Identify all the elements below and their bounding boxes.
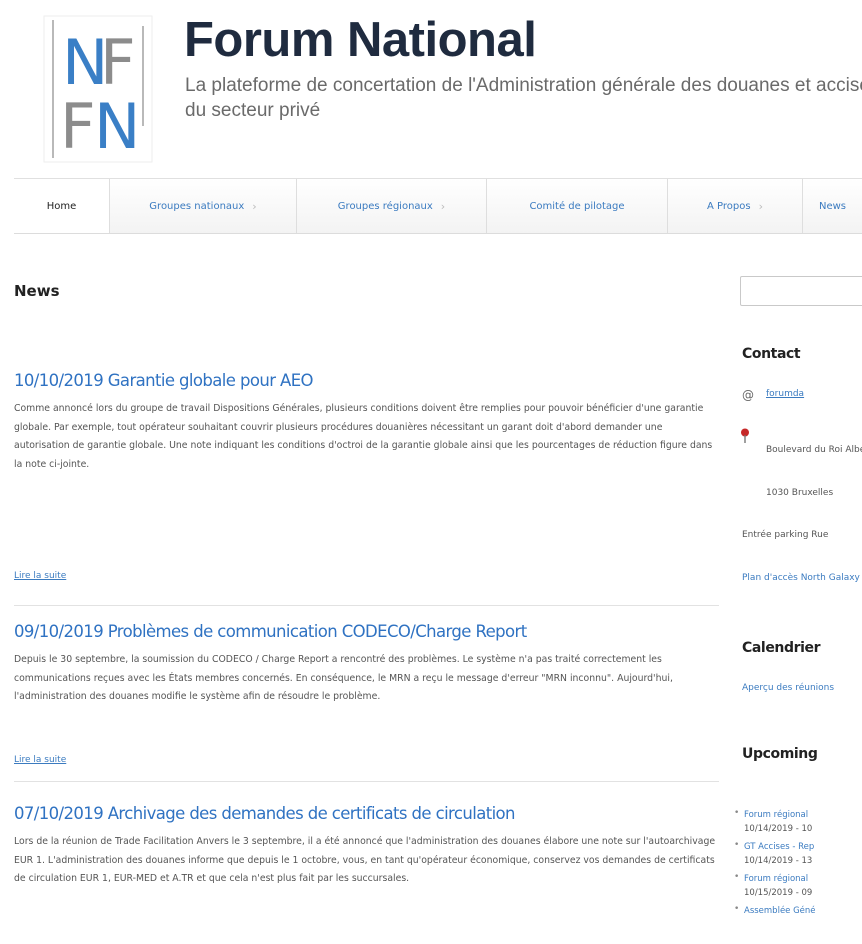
upcoming-item-date: 10/14/2019 - 13: [744, 856, 813, 866]
slogan-line-1: La plateforme de concertation de l'Admin…: [185, 75, 862, 96]
chevron-right-icon: ›: [758, 199, 763, 213]
svg-text:F: F: [60, 90, 96, 163]
svg-text:N: N: [94, 90, 140, 163]
page-title: News: [14, 282, 60, 300]
news-article: 09/10/2019 Problèmes de communication CO…: [14, 622, 719, 707]
contact-heading: Contact: [742, 346, 801, 362]
upcoming-item-link[interactable]: Forum régional: [744, 872, 816, 886]
forum-national-logo: N F F N: [43, 15, 153, 163]
main-nav: Home Groupes nationaux › Groupes régiona…: [14, 178, 862, 234]
news-article: 07/10/2019 Archivage des demandes de cer…: [14, 804, 719, 889]
nav-item-home[interactable]: Home: [14, 179, 110, 233]
bullet-icon: •: [734, 872, 740, 882]
upcoming-item: • Forum régional 10/15/2019 - 09: [732, 872, 816, 904]
contact-email-link[interactable]: forumda: [766, 389, 804, 399]
article-body: Lors de la réunion de Trade Facilitation…: [14, 836, 716, 884]
contact-parking: Entrée parking Rue: [742, 530, 829, 540]
article-body: Comme annoncé lors du groupe de travail …: [14, 403, 713, 470]
contact-address-line1: Boulevard du Roi Albert II 33: [766, 445, 862, 455]
map-pin-icon: [741, 428, 749, 443]
site-name[interactable]: Forum National: [184, 12, 537, 68]
upcoming-item-date: 10/15/2019 - 09: [744, 888, 813, 898]
bullet-icon: •: [734, 808, 740, 818]
calendar-heading: Calendrier: [742, 640, 821, 656]
chevron-right-icon: ›: [440, 199, 446, 213]
site-slogan: La plateforme de concertation de l'Admin…: [185, 73, 862, 129]
upcoming-item-link[interactable]: GT Accises - Rep: [744, 840, 816, 854]
upcoming-item: • GT Accises - Rep 10/14/2019 - 13: [732, 840, 816, 872]
upcoming-list: • Forum régional 10/14/2019 - 10 • GT Ac…: [732, 808, 816, 936]
contact-address-line2: 1030 Bruxelles: [766, 488, 834, 498]
nav-item-label: Groupes régionaux: [337, 200, 433, 212]
upcoming-item-link[interactable]: Assemblée Géné: [744, 904, 816, 918]
nav-item-label: Groupes nationaux: [149, 200, 245, 212]
upcoming-item: • Assemblée Géné: [732, 904, 816, 936]
article-body: Depuis le 30 septembre, la soumission du…: [14, 654, 673, 702]
nav-item-comite-de-pilotage[interactable]: Comité de pilotage: [487, 179, 668, 233]
nav-item-news[interactable]: News: [803, 179, 862, 233]
svg-text:N: N: [62, 26, 103, 99]
news-article: 10/10/2019 Garantie globale pour AEO Com…: [14, 371, 719, 474]
upcoming-item-date: 10/14/2019 - 10: [744, 824, 813, 834]
upcoming-heading: Upcoming: [742, 746, 818, 762]
bullet-icon: •: [734, 840, 740, 850]
upcoming-item-link[interactable]: Forum régional: [744, 808, 816, 822]
article-title[interactable]: 09/10/2019 Problèmes de communication CO…: [14, 622, 719, 641]
access-plan-link[interactable]: Plan d'accès North Galaxy: [742, 573, 860, 583]
calendar-overview-link[interactable]: Aperçu des réunions: [742, 683, 834, 693]
nav-item-groupes-nationaux[interactable]: Groupes nationaux ›: [110, 179, 297, 233]
article-divider: [14, 781, 719, 782]
nav-item-label: Comité de pilotage: [529, 200, 625, 212]
email-icon: @: [742, 388, 754, 402]
nav-item-label: Home: [46, 200, 77, 212]
nav-item-label: A Propos: [707, 200, 751, 212]
nav-item-a-propos[interactable]: A Propos ›: [668, 179, 803, 233]
slogan-line-2: du secteur privé: [185, 100, 321, 121]
nav-item-groupes-regionaux[interactable]: Groupes régionaux ›: [297, 179, 487, 233]
article-divider: [14, 605, 719, 606]
article-title[interactable]: 07/10/2019 Archivage des demandes de cer…: [14, 804, 719, 823]
search-input[interactable]: [740, 276, 862, 306]
article-title[interactable]: 10/10/2019 Garantie globale pour AEO: [14, 371, 719, 390]
read-more-link[interactable]: Lire la suite: [14, 571, 66, 581]
svg-text:F: F: [100, 26, 136, 99]
upcoming-item: • Forum régional 10/14/2019 - 10: [732, 808, 816, 840]
nav-item-label: News: [819, 200, 847, 212]
bullet-icon: •: [734, 904, 740, 914]
chevron-right-icon: ›: [252, 199, 257, 213]
read-more-link[interactable]: Lire la suite: [14, 755, 66, 765]
